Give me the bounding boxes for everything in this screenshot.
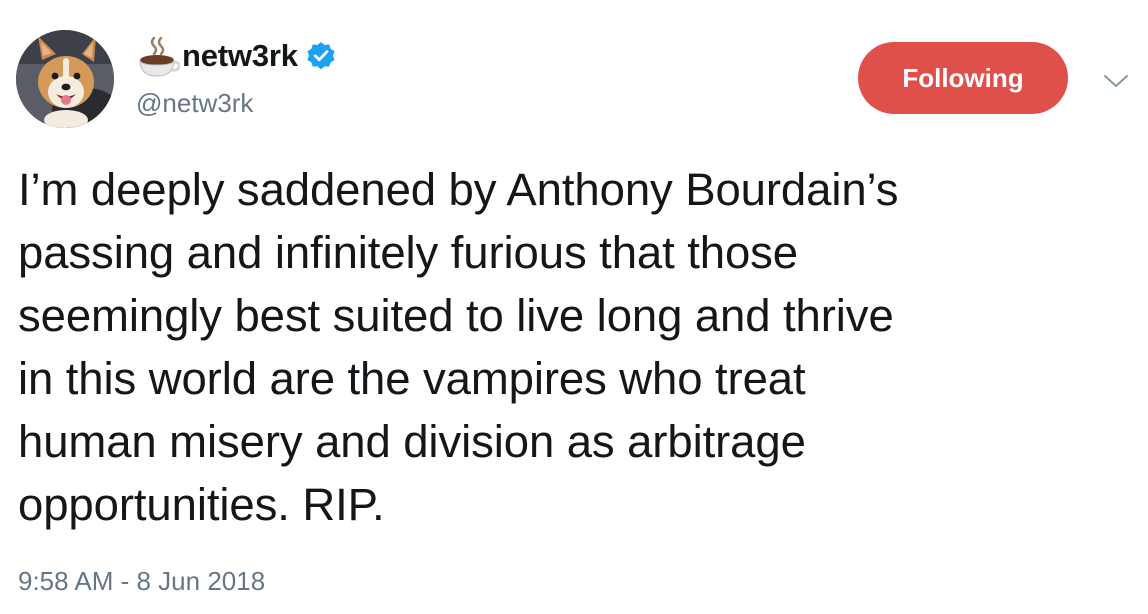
verified-badge-icon: [307, 42, 335, 70]
tweet-text: I’m deeply saddened by Anthony Bourdain’…: [18, 164, 899, 530]
corgi-avatar-image: [16, 30, 114, 128]
following-button[interactable]: Following: [858, 42, 1068, 114]
tweet-card: netw3rk @netw3rk Following I’m deeply sa…: [0, 0, 1148, 614]
user-handle[interactable]: @netw3rk: [136, 88, 253, 119]
display-name[interactable]: netw3rk: [182, 38, 298, 74]
tweet-timestamp[interactable]: 9:58 AM - 8 Jun 2018: [18, 566, 265, 597]
more-options-button[interactable]: [1098, 66, 1134, 96]
user-name-row[interactable]: netw3rk: [136, 34, 336, 78]
avatar[interactable]: [16, 30, 114, 128]
coffee-icon: [139, 36, 180, 77]
chevron-down-icon: [1104, 75, 1128, 87]
